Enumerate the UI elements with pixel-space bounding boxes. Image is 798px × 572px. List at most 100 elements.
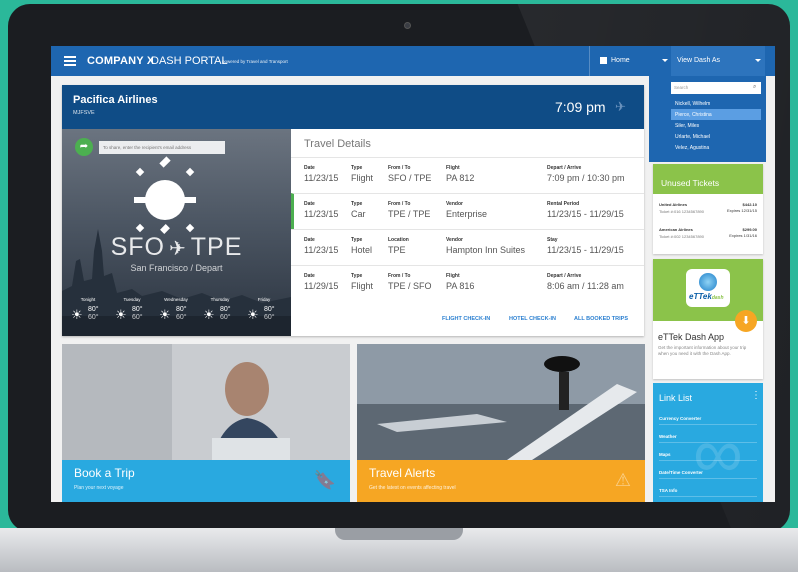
travel-alerts-title: Travel Alerts [369,466,436,480]
cell-vendor: PA 816 [446,281,475,291]
warning-icon: ⚠ [614,470,631,490]
cell-route: TPE [388,245,406,255]
sun-icon: ☀ [203,307,215,322]
home-label: Home [611,57,630,64]
table-row[interactable]: Date 11/29/15 Type Flight From / To TPE / S… [291,265,644,301]
more-vert-icon[interactable]: ⋮ [751,390,761,401]
ticket-item[interactable]: American Airlines $299.00 Ticket #:002 1… [659,227,757,239]
link-item[interactable]: Date/Time Converter [659,470,757,479]
view-as-menu: Search ⌕ Nickell, Wilhelm Pierce, Christ… [649,76,766,162]
cell-vendor: Hampton Inn Suites [446,245,526,255]
flight-header: Pacifica Airlines MJFSVE 7:09 pm ✈ [62,85,644,129]
book-trip-subtitle: Plan your next voyage [74,485,124,491]
menu-icon[interactable] [64,56,76,66]
link-item[interactable]: Currency Converter [659,416,757,425]
flight-checkin-link[interactable]: FLIGHT CHECK-IN [442,316,490,322]
top-bar: COMPANY X DASH PORTAL powered by Travel … [51,46,775,76]
search-icon: ⌕ [753,84,757,90]
cell-type: Hotel [351,245,373,255]
download-button[interactable]: ⬇ [735,310,757,332]
col-header: Type [351,165,363,171]
forecast-high: 80° [176,306,187,313]
cell-type: Car [351,209,366,219]
chevron-down-icon [662,59,668,62]
forecast-low: 60° [132,314,143,321]
cell-type: Flight [351,173,374,183]
book-trip-tile[interactable]: Book a Trip Plan your next voyage 🔖 [62,344,350,502]
col-header: Date [304,201,315,207]
all-booked-trips-link[interactable]: ALL BOOKED TRIPS [574,316,628,322]
cell-date: 11/29/15 [304,281,339,291]
forecast-day: Wednesday ☀ 80° 60° [156,297,196,322]
col-header: Type [351,201,363,207]
col-header: Vendor [446,237,463,243]
forecast-low: 60° [176,314,187,321]
confirmation-code: MJFSVE [73,110,95,116]
col-header: From / To [388,165,411,171]
hotel-checkin-link[interactable]: HOTEL CHECK-IN [509,316,556,322]
ticket-expires: Expires 12/31/15 [726,208,757,213]
cell-date: 11/23/15 [304,245,339,255]
app-title: eTTek Dash App [658,332,725,342]
unused-tickets-card: Unused Tickets United Airlines $442.10 T… [653,164,763,254]
logo-text: eTTekdash [689,292,724,301]
user-option[interactable]: Nickell, Wilhelm [671,98,761,109]
home-dropdown[interactable]: Home [589,46,671,76]
product-name: DASH PORTAL [151,55,228,67]
user-option[interactable]: Siler, Miles [671,120,761,131]
table-row[interactable]: Date 11/23/15 Type Flight From / To SFO / T… [291,157,644,193]
col-header: Type [351,273,363,279]
col-header: Flight [446,273,460,279]
forecast-high: 80° [264,306,275,313]
forecast-high: 80° [88,306,99,313]
camera-icon [404,22,411,29]
col-header: Date [304,273,315,279]
sun-icon: ☀ [71,307,83,322]
view-dash-as-dropdown[interactable]: View Dash As [671,46,765,76]
logo-sub: dash [711,295,724,301]
travel-details: Travel Details Date 11/23/15 Type Flight F… [291,129,644,336]
forecast-day-label: Friday [257,297,271,302]
flight-card: Pacifica Airlines MJFSVE 7:09 pm ✈ ➦ To … [62,85,644,336]
link-item[interactable]: TSA Info [659,488,757,497]
forecast-day-label: Thursday [210,297,230,302]
table-row[interactable]: Date 11/23/15 Type Car From / To TPE / TPE … [291,193,644,229]
forecast-day: Thursday ☀ 80° 60° [200,297,240,322]
col-header: Depart / Arrive [547,273,582,279]
cell-period: 11/23/15 - 11/29/15 [547,209,624,219]
route-to: TPE [190,233,243,261]
cell-type: Flight [351,281,374,291]
forecast-day-label: Tuesday [123,297,141,302]
travel-alerts-bar: Travel Alerts Get the latest on events a… [357,460,645,502]
user-option[interactable]: Pierce, Christina [671,109,761,120]
dash-app-card: eTTekdash ⬇ eTTek Dash App Get the impor… [653,259,763,379]
flight-time: 7:09 pm [555,99,606,115]
link-item[interactable]: Weather [659,434,757,443]
cell-vendor: Enterprise [446,209,488,219]
forecast-low: 60° [88,314,99,321]
col-header: From / To [388,273,411,279]
table-row[interactable]: Date 11/23/15 Type Hotel Location TPE Vendo… [291,229,644,265]
ettek-logo: eTTekdash [686,269,730,307]
cell-period: 7:09 pm / 10:30 pm [547,173,625,183]
link-list-title: Link List [659,393,693,403]
user-search-input[interactable]: Search [671,82,761,94]
ticket-item[interactable]: United Airlines $442.10 Ticket #:016 123… [659,202,757,214]
globe-icon [699,273,717,291]
share-button[interactable]: ➦ [75,138,93,156]
forecast-day: Tuesday ☀ 80° 60° [112,297,152,322]
user-option[interactable]: Velez, Agustina [671,142,761,153]
link-item[interactable]: Maps [659,452,757,461]
col-header: Date [304,237,315,243]
chevron-down-icon [755,59,761,62]
col-header: Flight [446,165,460,171]
book-trip-title: Book a Trip [74,466,135,480]
travel-alerts-tile[interactable]: Travel Alerts Get the latest on events a… [357,344,645,502]
dash-portal-screen: COMPANY X DASH PORTAL powered by Travel … [51,46,775,502]
airport-tarmac-photo [357,344,645,460]
user-option[interactable]: Urlarte, Michael [671,131,761,142]
brand-name: COMPANY X [87,55,155,67]
share-email-input[interactable] [99,141,225,154]
man-with-laptop-photo [62,344,350,460]
sun-icon: ☀ [115,307,127,322]
